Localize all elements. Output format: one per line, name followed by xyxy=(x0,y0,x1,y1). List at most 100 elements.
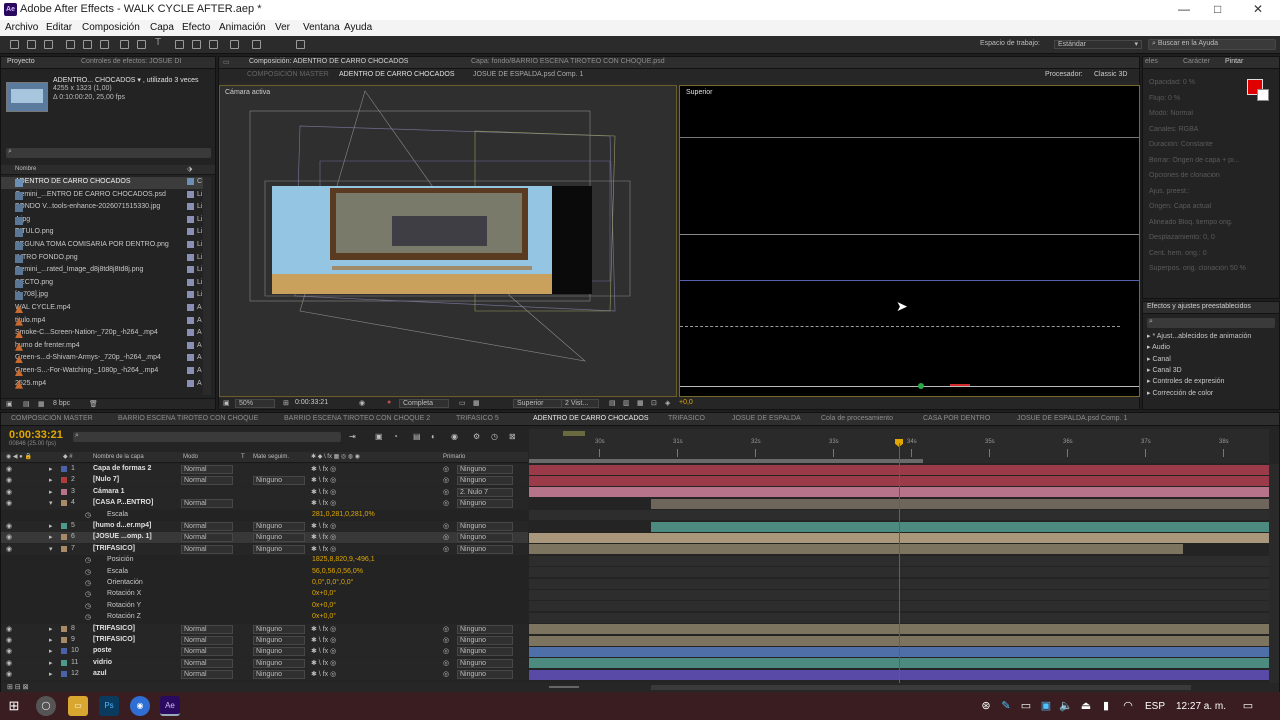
clock-icon[interactable]: ◷ xyxy=(491,432,498,441)
tab-character[interactable]: Carácter xyxy=(1183,58,1210,65)
layer-name[interactable]: Cámara 1 xyxy=(93,488,125,495)
zoom-slider[interactable] xyxy=(549,686,579,688)
label-color-swatch[interactable] xyxy=(187,329,194,337)
stopwatch-icon[interactable]: ◷ xyxy=(85,602,91,610)
layer-duration-bar[interactable] xyxy=(651,498,1269,509)
visibility-eye-icon[interactable]: ◉ xyxy=(6,533,12,541)
label-color[interactable] xyxy=(61,477,67,484)
parent-pickwhip-icon[interactable]: ◎ xyxy=(443,647,449,655)
effects-category[interactable]: ▸ Controles de expresión xyxy=(1147,377,1224,385)
roto-brush-tool-icon[interactable] xyxy=(230,40,239,49)
parent-dropdown[interactable]: Ninguno xyxy=(457,499,513,509)
layer-row[interactable]: ◉ ▾ 7 [TRIFASICO] Normal Ninguno ✱ \ fx ◎ ◎ Ning… xyxy=(1,543,528,555)
tab-project[interactable]: Proyecto xyxy=(7,58,35,65)
brush-tool-icon[interactable] xyxy=(175,40,184,49)
label-color[interactable] xyxy=(61,523,67,529)
project-scrollbar[interactable] xyxy=(203,177,211,395)
mode-dropdown[interactable]: Normal xyxy=(181,476,233,486)
project-bpc[interactable]: 8 bpc xyxy=(53,400,70,407)
effects-category[interactable]: ▸ * Ajust...ablecidos de animación xyxy=(1147,332,1251,340)
layer-switches-icon[interactable]: ✱ \ fx ◎ xyxy=(311,499,336,507)
view-layout-dropdown[interactable]: 2 Vist... xyxy=(561,399,599,408)
layer-row[interactable]: ◉ ▸ 6 [JOSUE ...omp. 1] Normal Ninguno ✱ \ fx … xyxy=(1,532,528,544)
project-item[interactable]: TITULO.png Li xyxy=(1,227,203,239)
parent-dropdown[interactable]: Ninguno xyxy=(457,670,513,680)
timeline-tab[interactable]: BARRIO ESCENA TIROTEO CON CHOQUE xyxy=(118,415,258,422)
photoshop-icon[interactable]: Ps xyxy=(99,696,119,716)
pen-tool-icon[interactable] xyxy=(137,40,146,49)
timeline-tab[interactable]: Cola de procesamiento xyxy=(821,415,893,422)
label-color-swatch[interactable] xyxy=(187,291,194,299)
transparency-grid-icon[interactable]: ▦ xyxy=(473,399,480,407)
resolution-dropdown[interactable]: Completa xyxy=(399,399,449,408)
layer-row[interactable]: ◉ ▸ 11 vidrio Normal Ninguno ✱ \ fx ◎ ◎ Ninguno xyxy=(1,657,528,669)
project-item[interactable]: FONDO V...tools-enhance-2026071515330.jp… xyxy=(1,202,203,214)
timeline-hscroll[interactable] xyxy=(651,685,1191,690)
background-color-swatch[interactable] xyxy=(1257,89,1269,101)
matte-dropdown[interactable]: Ninguno xyxy=(253,533,305,543)
project-search-input[interactable]: ⌕ xyxy=(6,148,211,158)
parent-pickwhip-icon[interactable]: ◎ xyxy=(443,625,449,633)
label-color[interactable] xyxy=(61,659,67,666)
comp-mini-flowchart-icon[interactable]: ⇥ xyxy=(349,432,356,441)
label-color-swatch[interactable] xyxy=(187,354,194,362)
maximize-icon[interactable]: □ xyxy=(1214,2,1221,16)
parent-dropdown[interactable]: Ninguno xyxy=(457,624,513,634)
layer-switches-icon[interactable]: ✱ \ fx ◎ xyxy=(311,545,336,553)
layer-name[interactable]: poste xyxy=(93,647,112,654)
motion-blur-icon[interactable]: ◐ xyxy=(431,432,436,441)
minimize-icon[interactable]: — xyxy=(1178,2,1190,16)
label-color[interactable] xyxy=(61,534,67,541)
workspace-dropdown[interactable]: Estándar ▾ xyxy=(1054,40,1142,49)
tray-icon-1[interactable]: ⊛ xyxy=(976,696,996,716)
twirl-arrow-icon[interactable]: ▸ xyxy=(49,533,53,541)
layer-duration-bar[interactable] xyxy=(651,521,1269,532)
current-time-indicator[interactable] xyxy=(899,443,900,685)
layer-name[interactable]: [JOSUE ...omp. 1] xyxy=(93,533,152,540)
visibility-eye-icon[interactable]: ◉ xyxy=(6,499,12,507)
layer-switches-icon[interactable]: ✱ \ fx ◎ xyxy=(311,488,336,496)
timeline-tab[interactable]: COMPOSICIÓN MASTER xyxy=(11,415,93,422)
camera-tool-icon[interactable] xyxy=(83,40,92,49)
brainstorm-icon[interactable]: ⚙ xyxy=(473,432,480,441)
project-item[interactable]: WAL CYCLE.mp4 A xyxy=(1,303,203,315)
parent-pickwhip-icon[interactable]: ◎ xyxy=(443,499,449,507)
layer-row[interactable]: ◉ ▸ 3 Cámara 1 ✱ \ fx ◎ ◎ 2. Nulo 7 xyxy=(1,486,528,498)
layer-row[interactable]: ◉ ▸ 5 [humo d...er.mp4] Normal Ninguno ✱ \ fx … xyxy=(1,521,528,532)
menu-item[interactable]: Ventana xyxy=(303,22,340,33)
project-item[interactable]: Green-s...d-Shivam-Armys-_720p_-h264_.mp… xyxy=(1,353,203,365)
timeline-tab[interactable]: TRIFASICO xyxy=(668,415,705,422)
property-value[interactable]: 1825,8,820,9,-496,1 xyxy=(312,556,375,563)
effects-category[interactable]: ▸ Corrección de color xyxy=(1147,389,1213,397)
layer-name[interactable]: azul xyxy=(93,670,107,677)
parent-pickwhip-icon[interactable]: ◎ xyxy=(443,465,449,473)
layer-name[interactable]: vidrio xyxy=(93,659,112,666)
label-color-swatch[interactable] xyxy=(187,341,194,349)
property-row[interactable]: ◷ Escala 281,0,281,0,281,0% xyxy=(1,509,528,521)
label-color-swatch[interactable] xyxy=(187,304,194,311)
parent-dropdown[interactable]: Ninguno xyxy=(457,647,513,657)
language-indicator[interactable]: ESP xyxy=(1145,701,1165,712)
timeline-icon[interactable]: ▦ xyxy=(637,399,644,407)
new-composition-icon[interactable]: ▦ xyxy=(38,400,45,408)
matte-dropdown[interactable]: Ninguno xyxy=(253,544,305,554)
layer-name[interactable]: [TRIFASICO] xyxy=(93,545,135,552)
layer-row[interactable]: ◉ ▸ 12 azul Normal Ninguno ✱ \ fx ◎ ◎ Ninguno xyxy=(1,669,528,681)
property-value[interactable]: 0x+0,0° xyxy=(312,590,336,597)
mode-dropdown[interactable]: Normal xyxy=(181,636,233,645)
property-row[interactable]: ◷ Rotación Z 0x+0,0° xyxy=(1,612,528,624)
timeline-current-time[interactable]: 0:00:33:21 xyxy=(9,429,63,441)
matte-dropdown[interactable]: Ninguno xyxy=(253,624,305,634)
layer-name[interactable]: [TRIFASICO] xyxy=(93,625,135,632)
label-color-swatch[interactable] xyxy=(187,367,194,374)
text-tool-icon[interactable]: T xyxy=(155,37,164,48)
project-item[interactable]: Smoke-C...Screen-Nation-_720p_-h264_.mp4… xyxy=(1,328,203,340)
subtab-josue[interactable]: JOSUE DE ESPALDA.psd Comp. 1 xyxy=(473,71,583,78)
property-row[interactable]: ◷ Orientación 0,0°,0,0°,0,0° xyxy=(1,578,528,589)
axis-mode-icon[interactable] xyxy=(296,40,305,49)
layer-switches-icon[interactable]: ✱ \ fx ◎ xyxy=(311,670,336,678)
tab-effect-controls[interactable]: Controles de efectos: JOSUE DI xyxy=(81,58,181,65)
parent-pickwhip-icon[interactable]: ◎ xyxy=(443,545,449,553)
layer-row[interactable]: ◉ ▸ 9 [TRIFASICO] Normal Ninguno ✱ \ fx ◎ ◎ Ning… xyxy=(1,635,528,646)
property-value[interactable]: 0,0°,0,0°,0,0° xyxy=(312,579,353,586)
